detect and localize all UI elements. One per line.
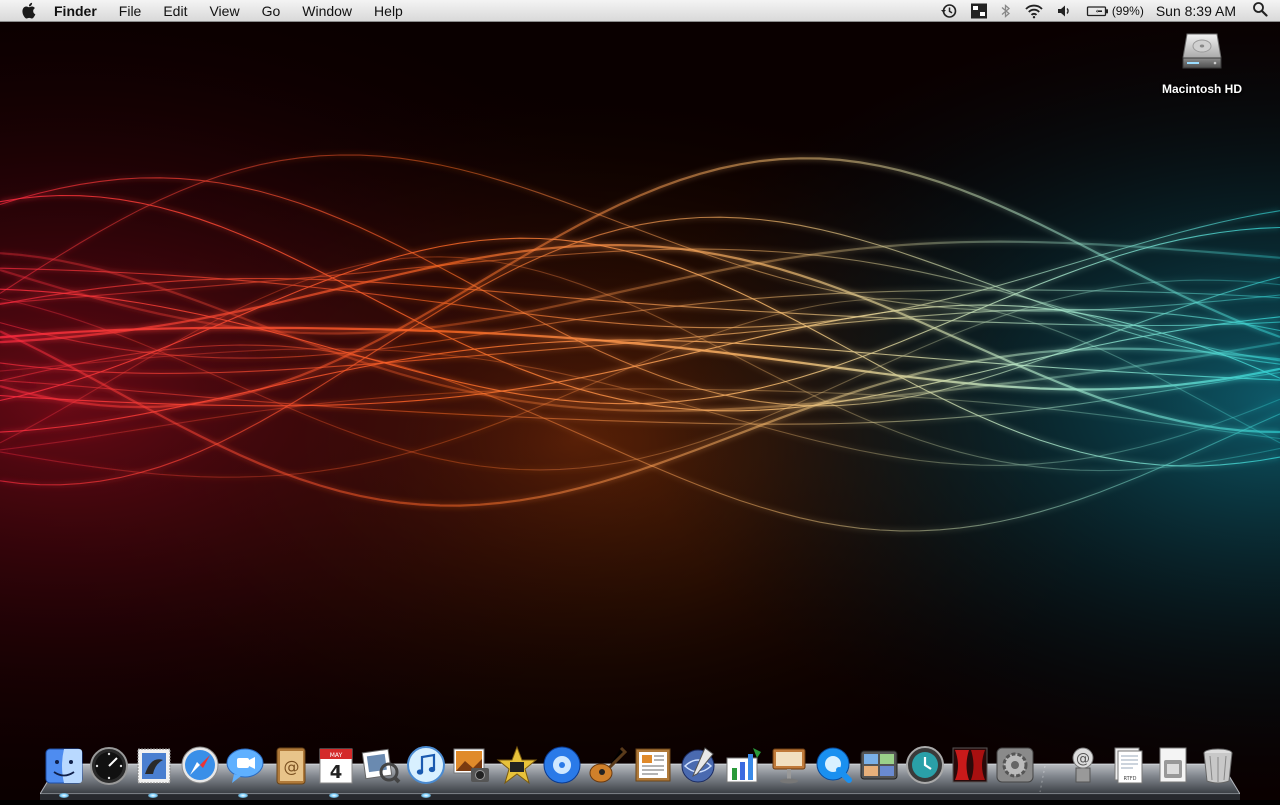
dock-item-keynote[interactable] [767, 744, 811, 788]
address-book-icon: @ [276, 747, 306, 785]
menu-help[interactable]: Help [363, 0, 414, 22]
svg-text:@: @ [284, 757, 300, 776]
menu-window[interactable]: Window [291, 0, 363, 22]
bluetooth-icon[interactable] [994, 0, 1018, 22]
svg-text:@: @ [1076, 751, 1090, 767]
ical-date: 4 [329, 762, 342, 783]
iphoto-icon [453, 748, 489, 782]
running-indicator [421, 793, 431, 798]
finder-icon [45, 748, 83, 784]
dock-item-ichat[interactable] [223, 744, 267, 788]
sites-stack-icon: @ [1072, 747, 1093, 783]
dock-item-safari[interactable] [178, 744, 222, 788]
menu-extras: (99%) Sun 8:39 AM [934, 0, 1280, 22]
dock-item-idvd[interactable] [540, 744, 584, 788]
dock-item-iweb[interactable] [676, 744, 720, 788]
dock-stack-downloads[interactable] [1151, 744, 1195, 788]
idvd-icon [543, 746, 581, 784]
imovie-icon [496, 745, 538, 785]
menu-edit[interactable]: Edit [152, 0, 198, 22]
menu-go[interactable]: Go [251, 0, 292, 22]
time-machine-icon[interactable] [934, 0, 964, 22]
dock-item-mail[interactable] [133, 744, 177, 788]
hard-drive-icon [1177, 28, 1227, 78]
ical-month: MAY [329, 752, 342, 759]
menu-view[interactable]: View [198, 0, 250, 22]
sidebar-app-icon[interactable] [964, 0, 994, 22]
dock-item-trash[interactable] [1197, 744, 1241, 788]
garageband-icon [589, 746, 627, 783]
spaces-icon [860, 750, 898, 780]
desktop-item-macintosh-hd[interactable]: Macintosh HD [1150, 28, 1254, 96]
dock: @ MAY 4 @ RTFD [42, 740, 1242, 788]
dock-item-address-book[interactable]: @ [269, 744, 313, 788]
battery-icon[interactable]: (99%) [1080, 0, 1150, 22]
dock-item-dashboard[interactable] [87, 744, 131, 788]
menu-bar: Finder File Edit View Go Window Help (99… [0, 0, 1280, 22]
numbers-icon [726, 748, 761, 783]
documents-stack-icon: RTFD [1114, 747, 1143, 784]
dock-item-finder[interactable] [42, 744, 86, 788]
running-indicator [329, 793, 339, 798]
iweb-icon [681, 747, 715, 783]
menu-file[interactable]: File [108, 0, 153, 22]
pages-icon [635, 748, 671, 782]
dock-item-pages[interactable] [631, 744, 675, 788]
time-machine-icon [905, 746, 944, 784]
dock-item-time-machine[interactable] [903, 744, 947, 788]
volume-icon[interactable] [1050, 0, 1080, 22]
itunes-icon [407, 746, 446, 784]
dock-item-iphoto[interactable] [450, 744, 494, 788]
running-indicator [59, 793, 69, 798]
safari-icon [181, 746, 219, 784]
dock-item-numbers[interactable] [722, 744, 766, 788]
dock-item-preview[interactable] [359, 744, 403, 788]
menu-clock[interactable]: Sun 8:39 AM [1150, 3, 1246, 19]
ical-icon: MAY 4 [319, 748, 353, 784]
dock-stack-documents[interactable]: RTFD [1106, 744, 1150, 788]
wifi-icon[interactable] [1018, 0, 1050, 22]
dock-item-garageband[interactable] [586, 744, 630, 788]
desktop-item-label: Macintosh HD [1161, 82, 1242, 96]
dock-item-spaces[interactable] [858, 744, 902, 788]
preview-icon [361, 748, 401, 784]
battery-percentage: (99%) [1111, 3, 1144, 18]
running-indicator [238, 793, 248, 798]
quicktime-icon [816, 747, 853, 783]
dock-item-front-row[interactable] [948, 744, 992, 788]
dashboard-icon [90, 747, 129, 785]
system-preferences-icon [996, 747, 1034, 783]
menu-app-name[interactable]: Finder [48, 0, 108, 22]
documents-tag: RTFD [1123, 776, 1136, 782]
dock-stack-sites[interactable]: @ [1061, 744, 1105, 788]
running-indicator [148, 793, 158, 798]
keynote-icon [772, 748, 806, 784]
dock-item-quicktime[interactable] [812, 744, 856, 788]
trash-icon [1203, 748, 1233, 784]
dock-item-imovie[interactable] [495, 744, 539, 788]
downloads-stack-icon [1159, 747, 1187, 783]
dock-item-ical[interactable]: MAY 4 [314, 744, 358, 788]
desktop-wallpaper [0, 0, 1280, 800]
dock-item-system-preferences[interactable] [994, 744, 1038, 788]
ichat-icon [226, 748, 264, 783]
mail-icon [137, 748, 171, 784]
apple-menu-icon[interactable] [18, 0, 38, 22]
spotlight-icon[interactable] [1246, 1, 1280, 20]
front-row-icon [952, 747, 988, 783]
dock-item-itunes[interactable] [405, 744, 449, 788]
